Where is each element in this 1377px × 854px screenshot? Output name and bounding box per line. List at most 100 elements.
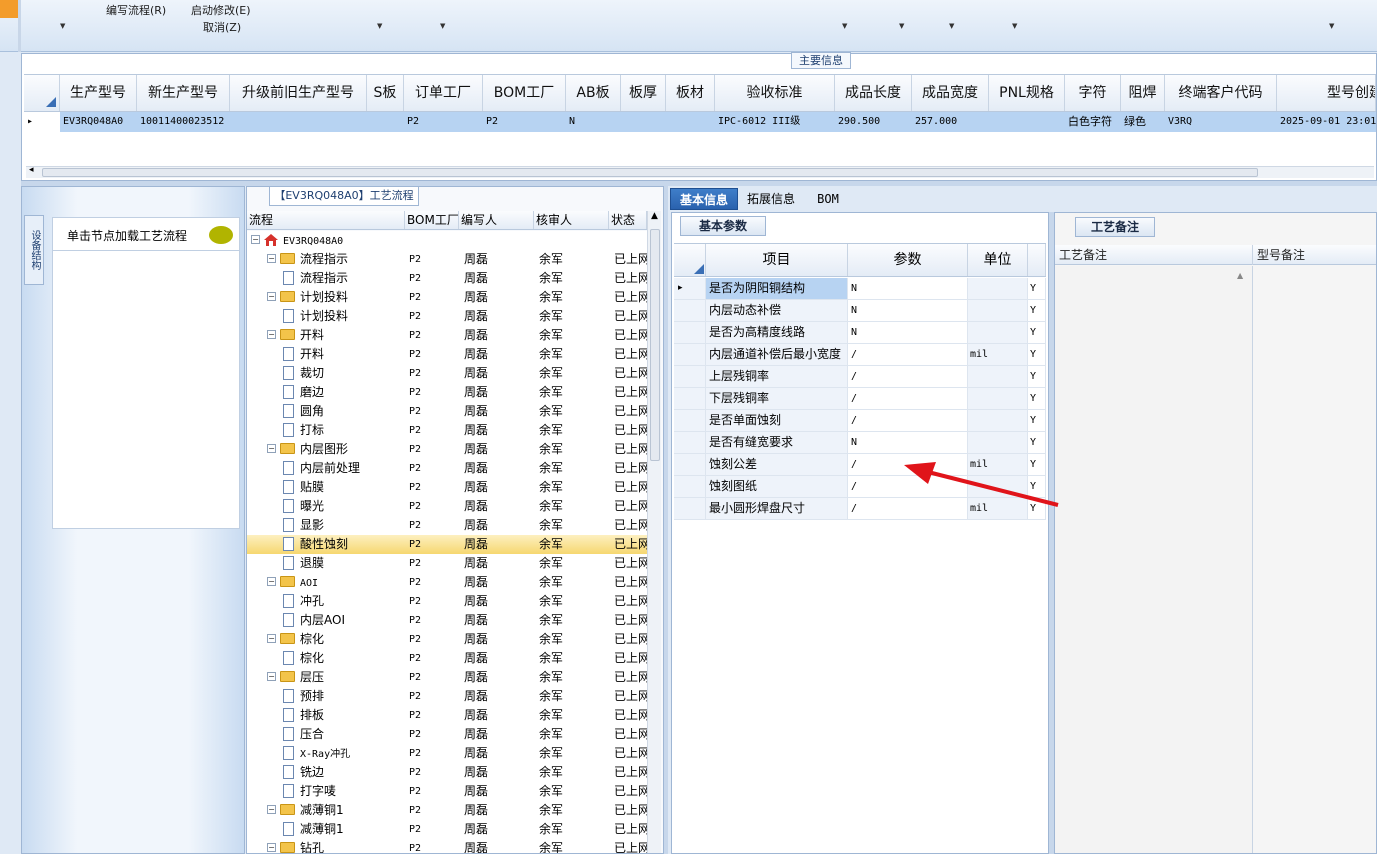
- tree-node[interactable]: 裁切: [247, 364, 405, 383]
- params-col-value[interactable]: 参数: [848, 244, 968, 276]
- tree-node[interactable]: 预排: [247, 687, 405, 706]
- param-value[interactable]: N: [848, 322, 968, 343]
- tree-node[interactable]: 计划投料: [247, 307, 405, 326]
- dropdown-arrow-icon[interactable]: ▼: [899, 22, 904, 30]
- tree-node[interactable]: 贴膜: [247, 478, 405, 497]
- row-pointer-icon[interactable]: [674, 454, 706, 475]
- param-row[interactable]: 是否为高精度线路 N Y: [674, 322, 1046, 344]
- tree-row[interactable]: 排板 P2 周磊 余军 已上网: [247, 706, 647, 725]
- scroll-up-icon[interactable]: ▲: [1237, 271, 1243, 280]
- tree-row[interactable]: 裁切 P2 周磊 余军 已上网: [247, 364, 647, 383]
- tree-node[interactable]: 打标: [247, 421, 405, 440]
- row-pointer-icon[interactable]: [674, 366, 706, 387]
- tree-row[interactable]: − 层压 P2 周磊 余军 已上网: [247, 668, 647, 687]
- param-row[interactable]: 下层残铜率 / Y: [674, 388, 1046, 410]
- tree-node[interactable]: − 流程指示: [247, 250, 405, 269]
- process-notes-area[interactable]: [1055, 266, 1253, 853]
- notes-col-process[interactable]: 工艺备注: [1055, 245, 1253, 265]
- param-row[interactable]: 是否单面蚀刻 / Y: [674, 410, 1046, 432]
- tree-node[interactable]: − 减薄铜1: [247, 801, 405, 820]
- tree-col-flow[interactable]: 流程: [247, 211, 405, 229]
- tree-node[interactable]: − 棕化: [247, 630, 405, 649]
- tree-row[interactable]: 开料 P2 周磊 余军 已上网: [247, 345, 647, 364]
- collapse-toggle-icon[interactable]: −: [267, 805, 276, 814]
- start-modify-menu[interactable]: 启动修改(E): [191, 2, 251, 18]
- tab-bom[interactable]: BOM: [804, 188, 852, 210]
- tree-col-status[interactable]: 状态: [609, 211, 647, 229]
- collapse-toggle-icon[interactable]: −: [267, 577, 276, 586]
- vscroll-thumb[interactable]: [650, 229, 660, 461]
- tree-node[interactable]: − 层压: [247, 668, 405, 687]
- tree-row[interactable]: 磨边 P2 周磊 余军 已上网: [247, 383, 647, 402]
- dropdown-arrow-icon[interactable]: ▼: [1012, 22, 1017, 30]
- scroll-left-icon[interactable]: ◂: [29, 165, 34, 175]
- param-row[interactable]: 蚀刻图纸 / Y: [674, 476, 1046, 498]
- tree-node[interactable]: 打字唛: [247, 782, 405, 801]
- param-value[interactable]: /: [848, 344, 968, 365]
- write-flow-menu[interactable]: 编写流程(R): [106, 2, 166, 18]
- dropdown-arrow-icon[interactable]: ▼: [842, 22, 847, 30]
- row-pointer-icon[interactable]: [674, 344, 706, 365]
- tree-node[interactable]: 压合: [247, 725, 405, 744]
- col-standard[interactable]: 验收标准: [715, 75, 835, 111]
- tree-col-bom-factory[interactable]: BOM工厂: [405, 211, 459, 229]
- tree-row[interactable]: 铣边 P2 周磊 余军 已上网: [247, 763, 647, 782]
- col-bom-factory[interactable]: BOM工厂: [483, 75, 566, 111]
- row-pointer-icon[interactable]: [674, 410, 706, 431]
- cancel-menu[interactable]: 取消(Z): [203, 19, 241, 35]
- row-selector-corner[interactable]: [24, 75, 60, 111]
- col-order-factory[interactable]: 订单工厂: [404, 75, 483, 111]
- tree-row[interactable]: − 棕化 P2 周磊 余军 已上网: [247, 630, 647, 649]
- param-value[interactable]: N: [848, 432, 968, 453]
- param-value[interactable]: /: [848, 388, 968, 409]
- tree-row[interactable]: 内层AOI P2 周磊 余军 已上网: [247, 611, 647, 630]
- param-value[interactable]: N: [848, 278, 968, 299]
- tree-row[interactable]: 减薄铜1 P2 周磊 余军 已上网: [247, 820, 647, 839]
- collapse-toggle-icon[interactable]: −: [267, 292, 276, 301]
- app-menu-button[interactable]: [0, 0, 18, 18]
- params-col-extra[interactable]: [1028, 244, 1046, 276]
- row-pointer-icon[interactable]: [674, 300, 706, 321]
- tree-node[interactable]: 内层AOI: [247, 611, 405, 630]
- dropdown-arrow-icon[interactable]: ▼: [377, 22, 382, 30]
- tree-row[interactable]: 显影 P2 周磊 余军 已上网: [247, 516, 647, 535]
- row-pointer-icon[interactable]: [674, 432, 706, 453]
- equipment-structure-tab[interactable]: 设备结构: [24, 215, 44, 285]
- tree-row[interactable]: 压合 P2 周磊 余军 已上网: [247, 725, 647, 744]
- tree-row[interactable]: − AOI P2 周磊 余军 已上网: [247, 573, 647, 592]
- tree-node[interactable]: − 钻孔: [247, 839, 405, 853]
- hscroll-thumb[interactable]: [42, 168, 1258, 177]
- dropdown-arrow-icon[interactable]: ▼: [60, 22, 65, 30]
- tree-row[interactable]: − EV3RQ048A0: [247, 231, 647, 250]
- tree-row[interactable]: 退膜 P2 周磊 余军 已上网: [247, 554, 647, 573]
- collapse-toggle-icon[interactable]: −: [267, 254, 276, 263]
- param-value[interactable]: /: [848, 476, 968, 497]
- tree-node[interactable]: 退膜: [247, 554, 405, 573]
- tree-row[interactable]: 预排 P2 周磊 余军 已上网: [247, 687, 647, 706]
- row-pointer-icon[interactable]: [674, 322, 706, 343]
- col-pnl[interactable]: PNL规格: [989, 75, 1065, 111]
- row-pointer-icon[interactable]: [674, 498, 706, 519]
- col-width[interactable]: 成品宽度: [912, 75, 989, 111]
- tree-row[interactable]: 计划投料 P2 周磊 余军 已上网: [247, 307, 647, 326]
- collapse-toggle-icon[interactable]: −: [267, 843, 276, 852]
- param-row[interactable]: 是否有缝宽要求 N Y: [674, 432, 1046, 454]
- tree-node[interactable]: − 内层图形: [247, 440, 405, 459]
- col-thickness[interactable]: 板厚: [621, 75, 666, 111]
- tree-node[interactable]: 棕化: [247, 649, 405, 668]
- col-old-model[interactable]: 升级前旧生产型号: [230, 75, 367, 111]
- tree-node[interactable]: − AOI: [247, 573, 405, 592]
- col-customer-code[interactable]: 终端客户代码: [1165, 75, 1277, 111]
- col-ab-board[interactable]: AB板: [566, 75, 621, 111]
- tree-node[interactable]: 显影: [247, 516, 405, 535]
- tree-row[interactable]: − 内层图形 P2 周磊 余军 已上网: [247, 440, 647, 459]
- param-row[interactable]: 最小圆形焊盘尺寸 / mil Y: [674, 498, 1046, 520]
- row-pointer-icon[interactable]: [674, 476, 706, 497]
- param-value[interactable]: /: [848, 454, 968, 475]
- tree-node[interactable]: 排板: [247, 706, 405, 725]
- col-material[interactable]: 板材: [666, 75, 715, 111]
- tree-row[interactable]: X-Ray冲孔 P2 周磊 余军 已上网: [247, 744, 647, 763]
- col-silkscreen[interactable]: 字符: [1065, 75, 1121, 111]
- param-value[interactable]: /: [848, 366, 968, 387]
- tree-node[interactable]: 流程指示: [247, 269, 405, 288]
